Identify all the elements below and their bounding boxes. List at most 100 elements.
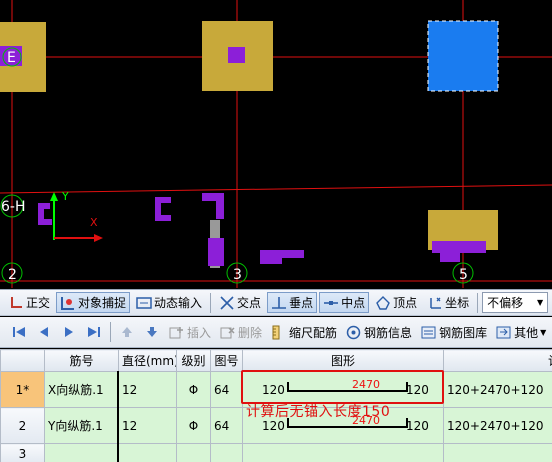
y-axis-label: Y (61, 190, 69, 203)
midpoint-snap-button[interactable]: 中点 (319, 292, 370, 313)
column-header-figure-no[interactable]: 图号 (210, 349, 243, 372)
insert-label: 插入 (187, 325, 212, 340)
dynamic-input-icon (136, 295, 152, 311)
delete-button[interactable]: 删除 (217, 321, 265, 343)
previous-record-button[interactable] (33, 322, 55, 342)
rebar-info-button[interactable]: 钢筋信息 (343, 321, 415, 343)
cell-grade[interactable]: Φ (176, 407, 211, 444)
rebar-info-label: 钢筋信息 (364, 325, 413, 340)
rebar-mark (202, 193, 224, 219)
cell-formula[interactable]: 120+2470+120 (443, 407, 552, 444)
x-axis-label: X (90, 216, 98, 229)
first-record-button[interactable] (8, 322, 30, 342)
cell-figure-no[interactable]: 64 (210, 371, 243, 408)
coordinate-snap-button[interactable]: 坐标 (423, 292, 473, 313)
rebar-mark (432, 241, 486, 253)
grid-line-horizontal (0, 184, 552, 194)
intersection-icon (219, 295, 235, 311)
rebar-mark (38, 203, 52, 225)
coordinate-label: 坐标 (445, 296, 470, 310)
last-record-button[interactable] (83, 322, 105, 342)
grid-bubble-6h[interactable]: 6-H (0, 194, 26, 218)
ortho-icon (8, 295, 24, 311)
table-header-row: 筋号 直径(mm) 级别 图号 图形 计算公式 (0, 349, 552, 372)
delete-icon (220, 325, 235, 340)
next-icon (65, 327, 73, 337)
last-icon (88, 327, 100, 337)
dynamic-input-label: 动态输入 (154, 296, 203, 310)
ortho-button[interactable]: 正交 (4, 292, 54, 313)
other-icon (496, 325, 511, 340)
cell-formula[interactable] (443, 443, 552, 462)
delete-label: 删除 (238, 325, 263, 340)
rebar-mark (155, 197, 171, 221)
next-record-button[interactable] (58, 322, 80, 342)
row-number[interactable]: 2 (0, 407, 45, 444)
selected-column[interactable] (427, 20, 499, 92)
highlight-box (241, 370, 444, 404)
vertex-label: 顶点 (393, 296, 418, 310)
column-header-formula[interactable]: 计算公式 (443, 349, 552, 372)
column-header-grade[interactable]: 级别 (176, 349, 211, 372)
cell-shape[interactable] (242, 443, 444, 462)
vertex-snap-button[interactable]: 顶点 (371, 292, 421, 313)
other-menu-button[interactable]: 其他 ▼ (493, 321, 549, 343)
move-down-button[interactable] (141, 322, 163, 342)
cell-name[interactable] (44, 443, 119, 462)
rebar-mark (208, 238, 224, 266)
column-header-name[interactable]: 筋号 (44, 349, 119, 372)
rebar-mark (440, 252, 460, 262)
offset-select[interactable]: 不偏移 ▼ (482, 292, 549, 313)
column-header-diameter[interactable]: 直径(mm) (118, 349, 177, 372)
rebar-library-label: 钢筋图库 (439, 325, 488, 340)
rebar-mark (228, 47, 245, 63)
cell-formula[interactable]: 120+2470+120 (443, 371, 552, 408)
toolbar-separator (477, 292, 479, 313)
ruler-rebar-button[interactable]: 缩尺配筋 (268, 321, 340, 343)
shape-left-length: 120 (262, 419, 285, 433)
insert-button[interactable]: 插入 (166, 321, 214, 343)
cell-figure-no[interactable] (210, 443, 243, 462)
grid-label: 3 (233, 267, 242, 283)
cell-grade[interactable] (176, 443, 211, 462)
toolbar-separator (110, 322, 111, 342)
column-header-shape[interactable]: 图形 (242, 349, 444, 372)
dynamic-input-button[interactable]: 动态输入 (132, 292, 206, 313)
object-snap-icon (60, 295, 76, 311)
table-vertical-divider (117, 371, 119, 462)
table-row[interactable]: 3 (0, 443, 552, 462)
rebar-info-icon (346, 325, 361, 340)
midpoint-icon (323, 295, 339, 311)
perpendicular-snap-button[interactable]: 垂点 (267, 292, 318, 313)
annotation-note: 计算后无锚入长度150 (246, 404, 391, 420)
ruler-rebar-label: 缩尺配筋 (289, 325, 338, 340)
other-label: 其他 (514, 325, 539, 340)
row-number[interactable]: 3 (0, 443, 45, 462)
cell-diameter[interactable] (118, 443, 177, 462)
move-up-button[interactable] (116, 322, 138, 342)
toolbar-separator (210, 292, 212, 313)
row-number[interactable]: 1* (0, 371, 45, 408)
arrow-down-icon (147, 327, 157, 337)
cell-diameter[interactable]: 12 (118, 407, 177, 444)
drawing-area[interactable]: Y X E 6-H 2 3 5 (0, 0, 552, 288)
cad-canvas[interactable]: Y X E 6-H 2 3 5 (0, 0, 552, 288)
rebar-library-button[interactable]: 钢筋图库 (418, 321, 490, 343)
snap-toolbar: 正交 对象捕捉 动态输入 交点 垂点 中点 顶点 坐标 不偏移 ▼ (0, 289, 552, 316)
cell-name[interactable]: X向纵筋.1 (44, 371, 119, 408)
rebar-library-icon (421, 325, 436, 340)
cell-grade[interactable]: Φ (176, 371, 211, 408)
cell-figure-no[interactable]: 64 (210, 407, 243, 444)
chevron-down-icon: ▼ (540, 327, 547, 337)
grid-label: 2 (8, 267, 17, 283)
shape-right-length: 120 (406, 419, 429, 433)
object-snap-label: 对象捕捉 (78, 296, 127, 310)
ortho-label: 正交 (26, 296, 51, 310)
object-snap-button[interactable]: 对象捕捉 (56, 292, 131, 313)
intersection-snap-button[interactable]: 交点 (215, 292, 265, 313)
cell-name[interactable]: Y向纵筋.1 (44, 407, 119, 444)
cell-diameter[interactable]: 12 (118, 371, 177, 408)
previous-icon (40, 327, 48, 337)
vertex-icon (375, 295, 391, 311)
column-header-rownum (0, 349, 45, 372)
